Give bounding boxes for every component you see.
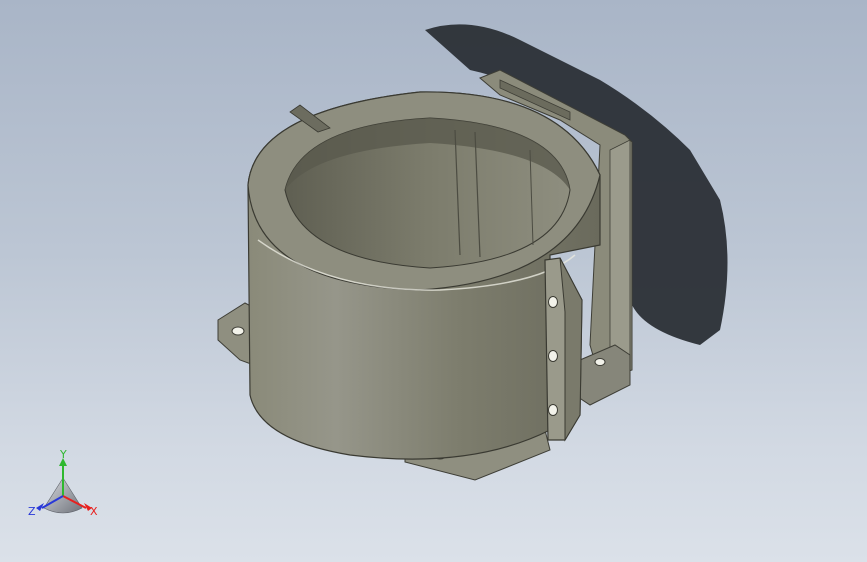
z-axis-label: Z — [28, 505, 36, 518]
bottom-right-flange[interactable] — [574, 344, 631, 406]
clamp-bolt-hole-3[interactable] — [548, 404, 558, 416]
x-axis-label: X — [90, 505, 98, 518]
3d-viewport[interactable]: Y X Z — [0, 0, 867, 562]
housing-model[interactable] — [217, 69, 633, 481]
bottom-flange-hole-right[interactable] — [594, 358, 606, 366]
clamp-bolt-hole-2[interactable] — [548, 350, 558, 362]
bracket-side — [609, 139, 631, 373]
clamp-bolt-hole-1[interactable] — [548, 296, 558, 308]
left-flange-hole[interactable] — [231, 326, 245, 336]
y-axis-label: Y — [59, 448, 67, 461]
coordinate-triad[interactable]: Y X Z — [28, 448, 98, 518]
